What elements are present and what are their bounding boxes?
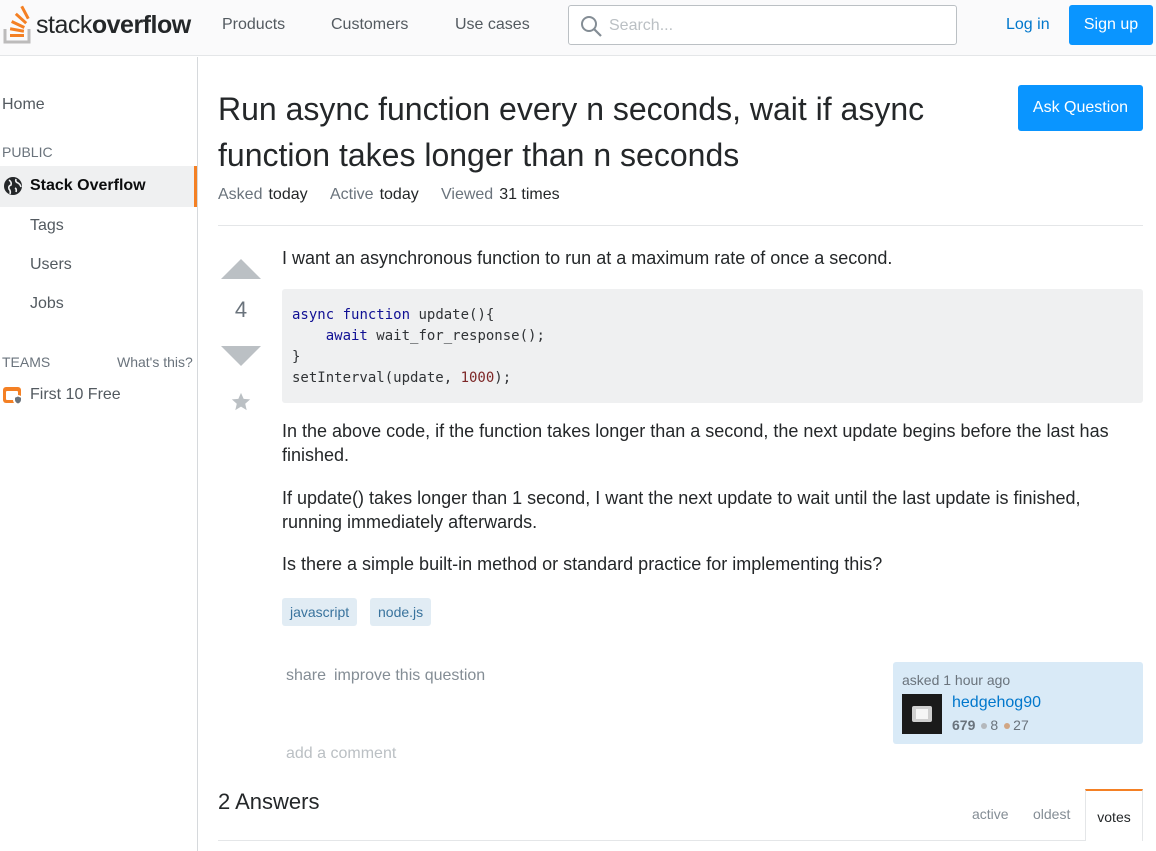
post-paragraph: Is there a simple built-in method or sta… [282, 554, 883, 574]
sidebar-heading-public: PUBLIC [2, 144, 53, 160]
downvote-arrow-icon[interactable] [220, 345, 262, 367]
post-paragraph: In the above code, if the function takes… [282, 421, 1109, 465]
bronze-badge-count: 27 [1013, 717, 1029, 733]
search-icon [581, 16, 602, 37]
meta-active: Active today [330, 186, 419, 204]
sidebar-item-first-10-free[interactable]: First 10 Free [30, 386, 121, 404]
vote-count: 4 [234, 297, 248, 322]
code-block: async function update(){ await wait_for_… [282, 289, 1143, 403]
briefcase-icon [3, 387, 23, 405]
add-comment-link[interactable]: add a comment [286, 745, 396, 763]
owner-name-link[interactable]: hedgehog90 [952, 694, 1041, 712]
tabs-divider [218, 840, 1143, 841]
improve-question-link[interactable]: improve this question [334, 667, 485, 685]
globe-icon [4, 177, 22, 195]
sidebar-item-tags[interactable]: Tags [30, 217, 64, 235]
meta-asked-value: today [268, 186, 308, 203]
post-paragraph: If update() takes longer than 1 second, … [282, 488, 1081, 532]
answers-heading: 2 Answers [218, 789, 320, 814]
silver-badge-count: 8 [990, 717, 999, 733]
search-box[interactable] [568, 5, 957, 45]
share-link[interactable]: share [286, 667, 326, 685]
tab-votes[interactable]: votes [1085, 789, 1143, 841]
logo-text: stackoverflow [36, 10, 191, 39]
nav-products[interactable]: Products [222, 16, 285, 34]
tag-nodejs[interactable]: node.js [370, 598, 432, 626]
tab-active[interactable]: active [972, 806, 1009, 822]
top-bar: stackoverflow Products Customers Use cas… [0, 0, 1156, 56]
question-title[interactable]: Run async function every n seconds, wait… [218, 86, 998, 178]
asked-time: asked 1 hour ago [902, 672, 1011, 688]
header-divider [218, 225, 1143, 226]
sidebar-item-users[interactable]: Users [30, 256, 72, 274]
meta-viewed-label: Viewed [441, 186, 494, 203]
owner-reputation: 679 8 27 [952, 717, 1029, 733]
post-paragraph: I want an asynchronous function to run a… [282, 248, 893, 268]
whats-this-link[interactable]: What's this? [117, 354, 193, 370]
meta-asked-label: Asked [218, 186, 263, 203]
reputation-score: 679 [952, 717, 976, 733]
silver-badge-icon [981, 722, 988, 729]
avatar[interactable] [902, 694, 942, 734]
left-sidebar: Home PUBLIC Stack Overflow Tags Users Jo… [0, 57, 198, 851]
login-link[interactable]: Log in [1006, 16, 1050, 34]
meta-active-label: Active [330, 186, 374, 203]
tag-javascript[interactable]: javascript [282, 598, 358, 626]
favorite-star-icon[interactable] [230, 391, 252, 413]
nav-use-cases[interactable]: Use cases [455, 16, 530, 34]
sidebar-item-home[interactable]: Home [2, 96, 45, 114]
meta-active-value[interactable]: today [380, 186, 419, 203]
meta-asked: Asked today [218, 186, 308, 204]
meta-viewed-value: 31 times [499, 186, 560, 203]
bronze-badge-icon [1004, 722, 1011, 729]
signup-button[interactable]: Sign up [1069, 5, 1153, 45]
meta-viewed: Viewed 31 times [441, 186, 560, 204]
ask-question-button[interactable]: Ask Question [1018, 85, 1143, 131]
upvote-arrow-icon[interactable] [220, 258, 262, 280]
nav-customers[interactable]: Customers [331, 16, 408, 34]
logo[interactable]: stackoverflow [2, 4, 191, 46]
sidebar-item-jobs[interactable]: Jobs [30, 295, 64, 313]
owner-card: asked 1 hour ago hedgehog90 679 8 27 [893, 662, 1143, 744]
search-input[interactable] [609, 15, 939, 37]
sidebar-item-stack-overflow[interactable]: Stack Overflow [0, 166, 197, 207]
sidebar-item-label: Stack Overflow [30, 177, 146, 194]
stack-overflow-logo-icon [3, 5, 31, 44]
tab-oldest[interactable]: oldest [1033, 806, 1070, 822]
sidebar-heading-teams: TEAMS [2, 354, 51, 370]
